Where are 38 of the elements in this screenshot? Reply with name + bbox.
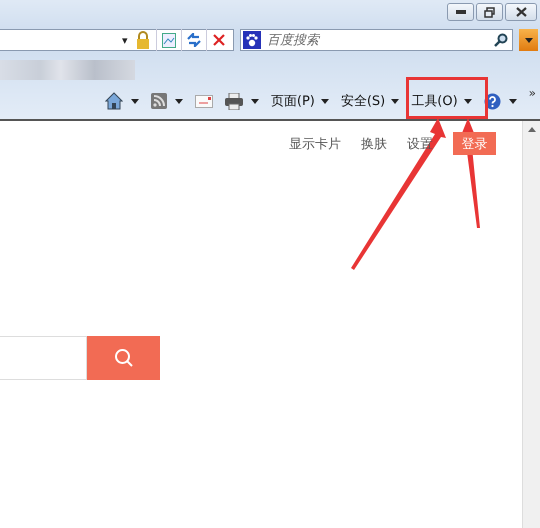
restore-icon [484, 6, 495, 18]
command-menu[interactable]: 工具(O) [411, 92, 472, 110]
paw-icon [243, 31, 261, 49]
minimize-icon [456, 10, 466, 14]
help-icon[interactable] [484, 92, 501, 110]
refresh-icon [186, 33, 202, 47]
search-options-button[interactable] [519, 29, 538, 51]
search-icon [114, 348, 134, 368]
search-input[interactable] [0, 336, 87, 380]
dropdown-caret-icon[interactable] [130, 98, 139, 104]
search-box[interactable]: 百度搜索 [240, 29, 513, 51]
dropdown-caret-icon[interactable] [250, 98, 259, 104]
nav-link[interactable]: 换肤 [361, 134, 387, 152]
command-menu[interactable]: 页面(P) [270, 92, 329, 110]
minimize-button[interactable] [447, 3, 474, 21]
command-menu[interactable]: 安全(S) [340, 92, 400, 110]
search-button[interactable] [87, 336, 160, 380]
scroll-up-icon[interactable] [528, 127, 536, 132]
scrollbar[interactable] [522, 121, 540, 528]
lock-icon [136, 31, 150, 49]
dropdown-caret-icon[interactable] [174, 98, 183, 104]
caret-icon [524, 38, 532, 42]
address-field[interactable]: ▾ [0, 29, 234, 51]
feed-icon[interactable] [150, 93, 167, 109]
restore-button[interactable] [476, 3, 503, 21]
more-commands-button[interactable]: » [528, 86, 536, 100]
chart-page-icon [162, 32, 176, 48]
stop-icon [213, 34, 225, 46]
search-icon[interactable] [494, 33, 508, 47]
dropdown-caret-icon[interactable] [508, 98, 517, 104]
printer-icon[interactable] [224, 92, 243, 110]
close-icon [516, 7, 526, 17]
close-button[interactable] [505, 3, 537, 21]
home-icon[interactable] [104, 92, 123, 110]
nav-link[interactable]: 显示卡片 [289, 134, 341, 152]
mail-icon[interactable] [194, 94, 213, 108]
address-dropdown[interactable]: ▾ [118, 34, 132, 46]
search-input[interactable]: 百度搜索 [265, 32, 490, 48]
